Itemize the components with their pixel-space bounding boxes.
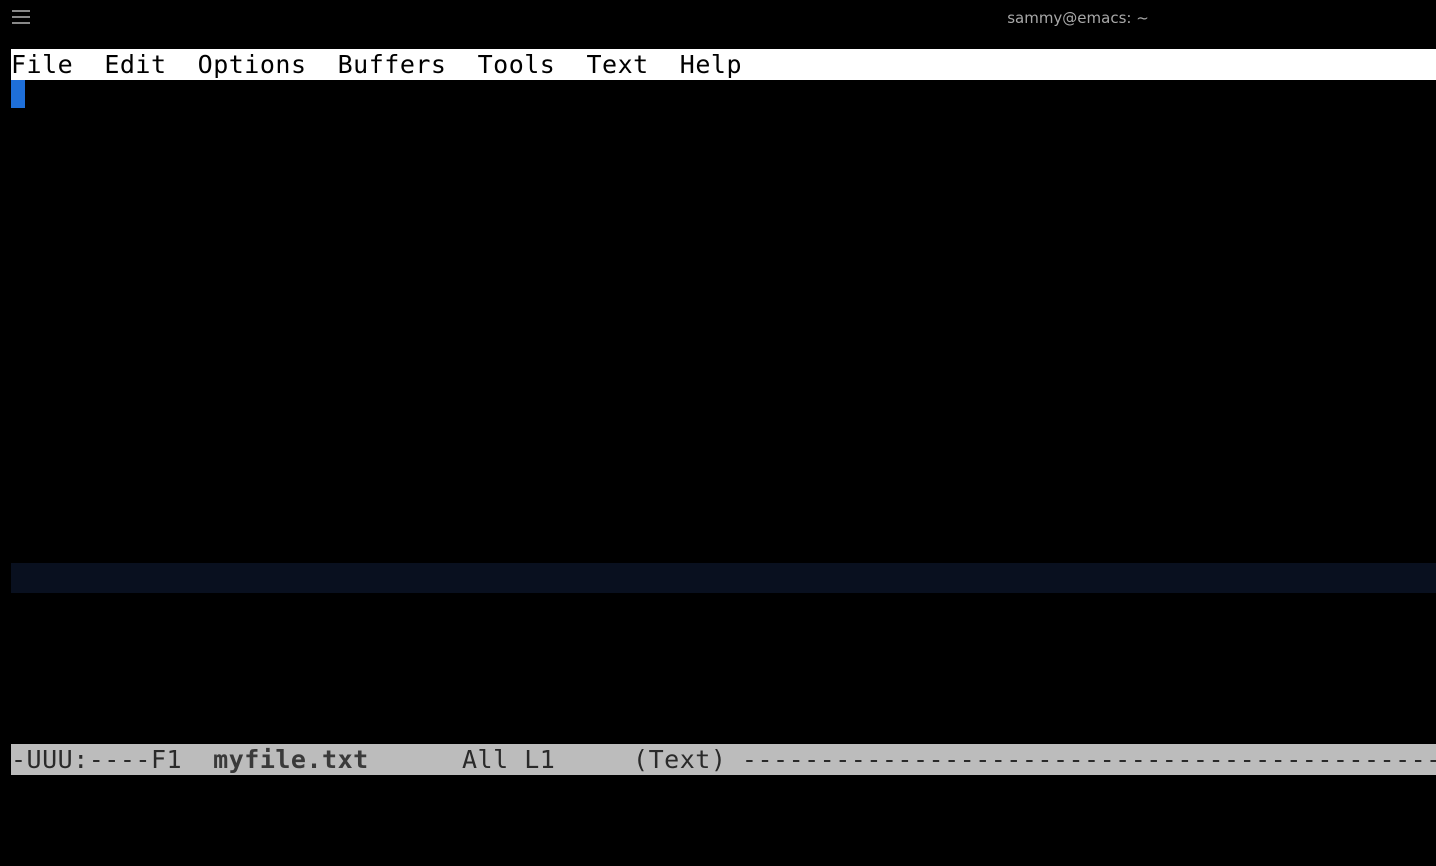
mode-line-status: All L1 (Text): [369, 745, 742, 774]
hamburger-menu-icon[interactable]: [12, 10, 30, 24]
emacs-window: File Edit Options Buffers Tools Text Hel…: [11, 49, 1436, 866]
menu-buffers[interactable]: Buffers: [338, 50, 447, 79]
window-title: sammy@emacs: ~: [1007, 9, 1149, 27]
mode-line-dashes: ----------------------------------------…: [742, 745, 1436, 774]
menu-options[interactable]: Options: [198, 50, 307, 79]
text-cursor: [11, 80, 25, 108]
menu-edit[interactable]: Edit: [104, 50, 166, 79]
menu-help[interactable]: Help: [680, 50, 742, 79]
window-titlebar: sammy@emacs: ~: [0, 0, 1436, 36]
minibuffer[interactable]: [11, 775, 1436, 865]
menu-tools[interactable]: Tools: [478, 50, 556, 79]
menu-bar: File Edit Options Buffers Tools Text Hel…: [11, 49, 1436, 80]
menu-text[interactable]: Text: [586, 50, 648, 79]
mode-line-prefix: -UUU:----F1: [11, 745, 213, 774]
editor-buffer-area[interactable]: [11, 80, 1436, 594]
highlight-line: [11, 563, 1436, 593]
mode-line[interactable]: -UUU:----F1 myfile.txt All L1 (Text) ---…: [11, 744, 1436, 775]
mode-line-buffer-name: myfile.txt: [213, 745, 369, 774]
menu-file[interactable]: File: [11, 50, 73, 79]
